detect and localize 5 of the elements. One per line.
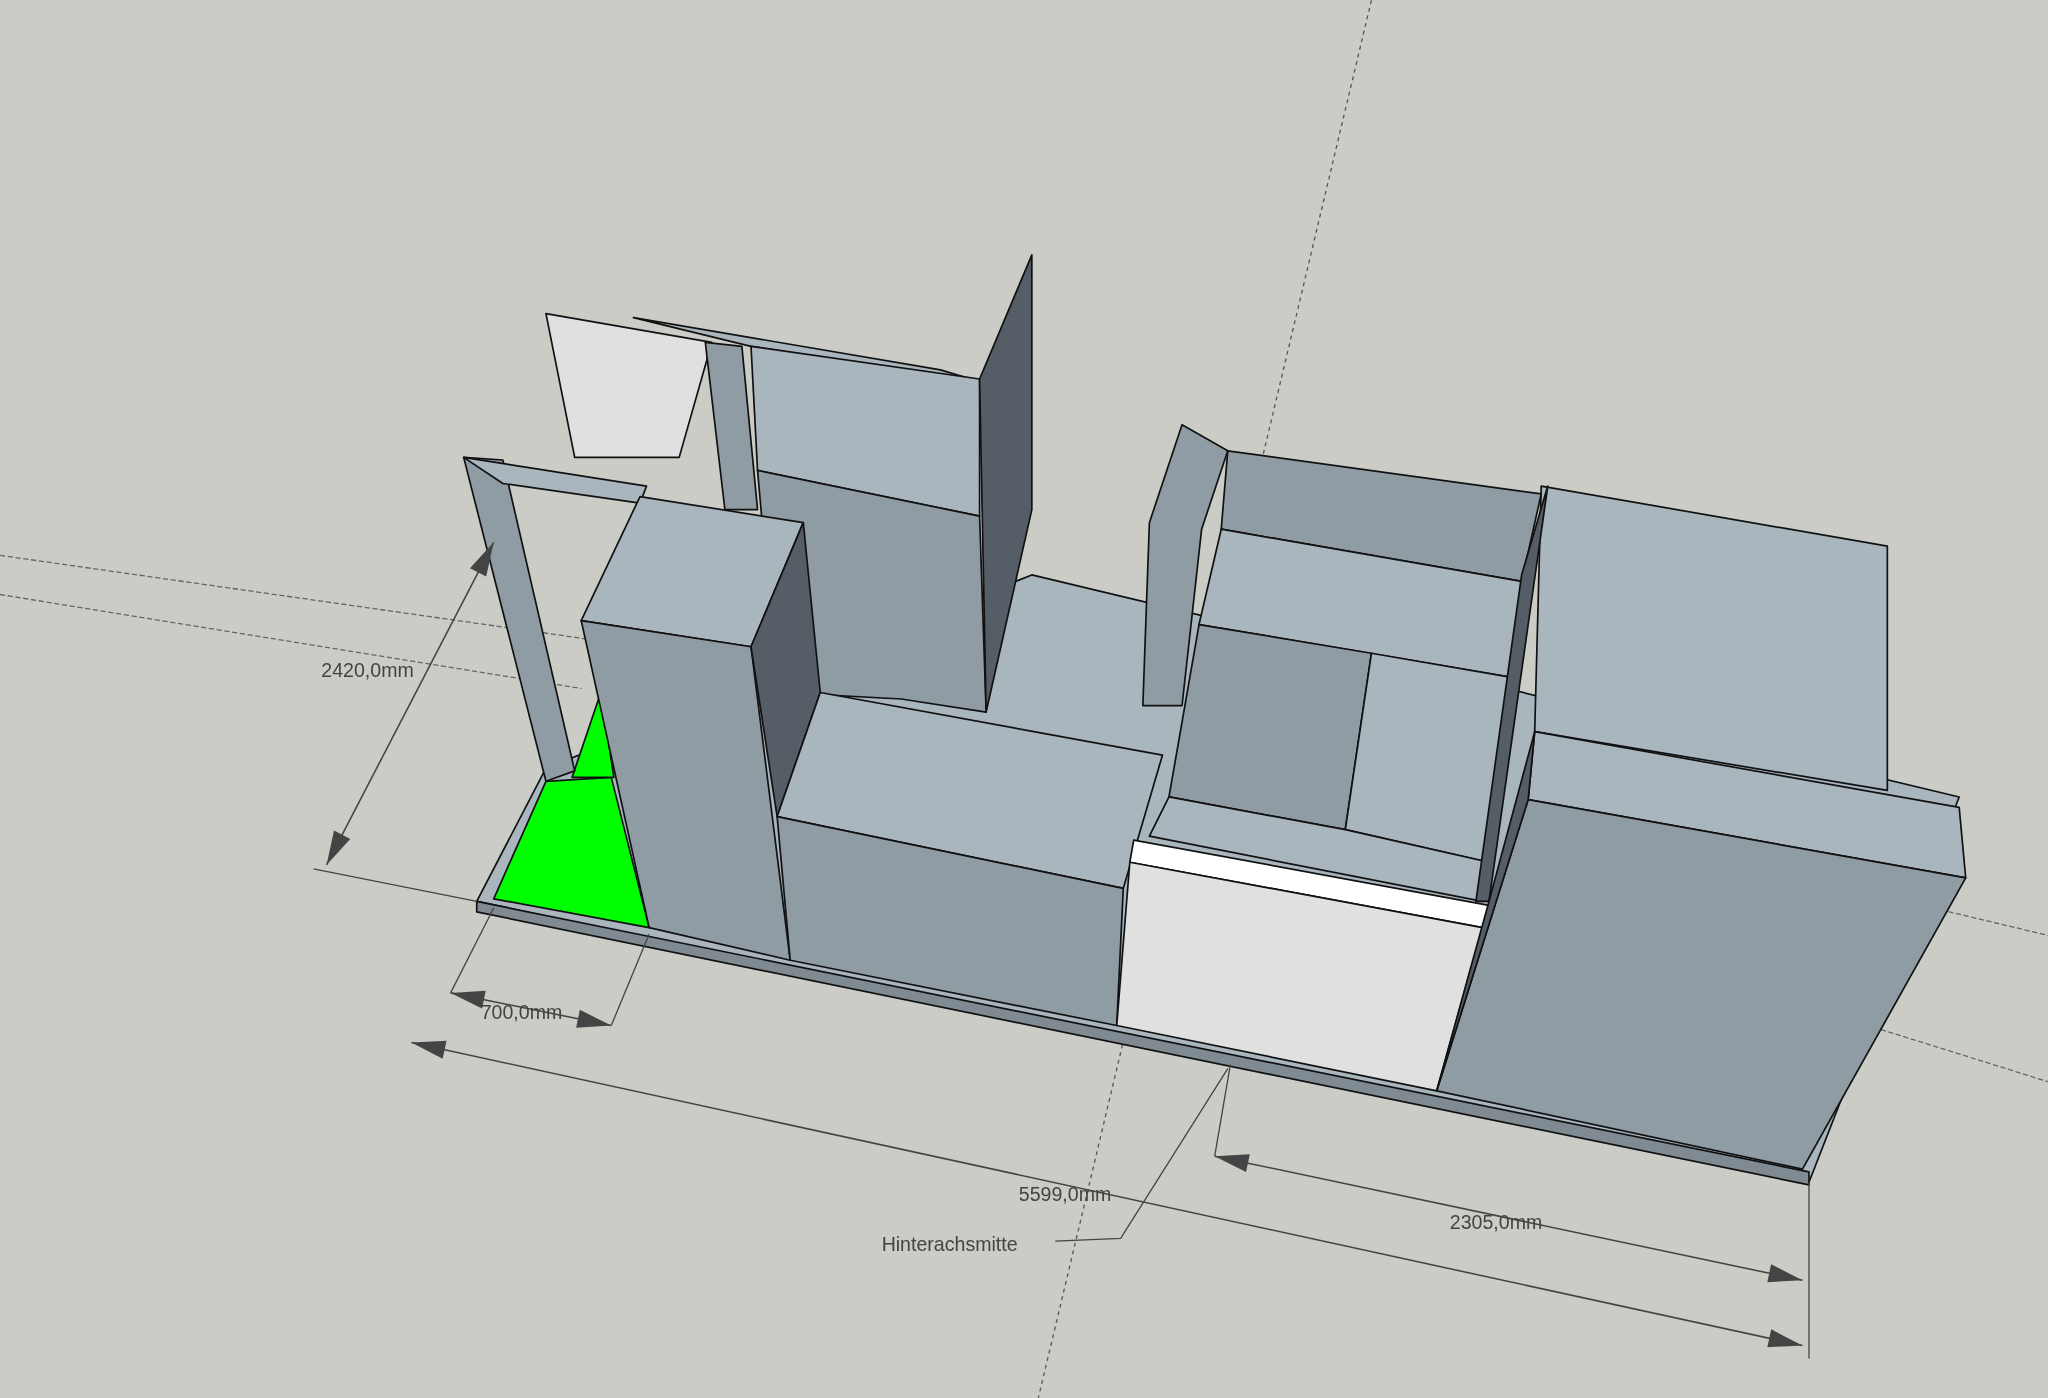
dimension-label: 2420,0mm	[321, 658, 414, 681]
dimension-label: 700,0mm	[480, 1001, 563, 1023]
annotation-label: Hinterachsmitte	[881, 1233, 1018, 1256]
dimension-label: 2305,0mm	[1449, 1211, 1543, 1234]
dimension-label: 5599,0mm	[1018, 1182, 1112, 1205]
